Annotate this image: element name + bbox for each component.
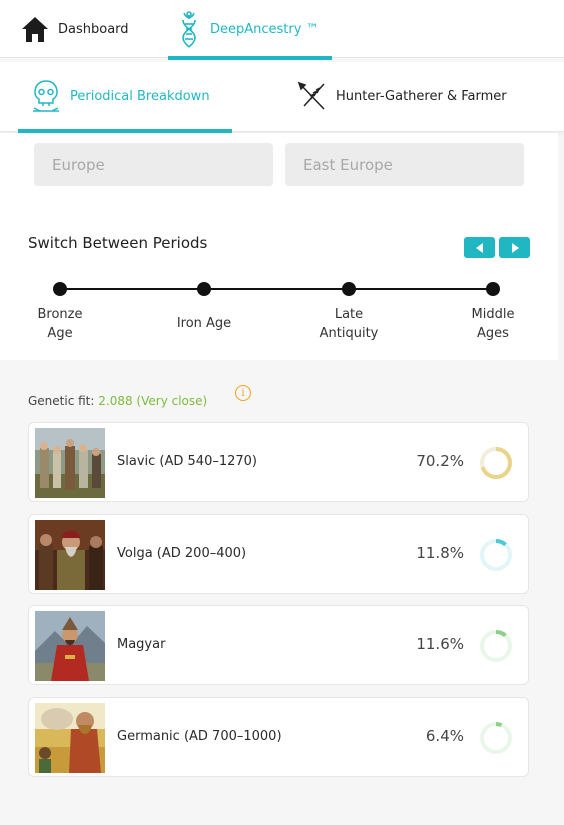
sub-nav: Periodical Breakdown Hunter-Gatherer & F… [0, 62, 564, 132]
nav-dashboard-label: Dashboard [58, 21, 129, 37]
tab-hunter-label: Hunter-Gatherer & Farmer [336, 88, 507, 104]
period-timeline [60, 288, 493, 290]
nav-dashboard[interactable]: Dashboard [20, 0, 129, 58]
result-name: Slavic (AD 540–1270) [117, 454, 257, 469]
genetic-fit: Genetic fit: 2.088 (Very close) [28, 394, 207, 408]
result-card[interactable]: Germanic (AD 700–1000) 6.4% [28, 697, 529, 777]
magyar-image [35, 611, 105, 681]
volga-image [35, 520, 105, 590]
arrow-right-icon [511, 242, 519, 253]
arrow-left-icon [475, 242, 483, 253]
result-name: Magyar [117, 637, 166, 652]
result-card[interactable]: Magyar 11.6% [28, 605, 529, 685]
home-icon [22, 17, 48, 42]
top-nav: Dashboard DeepAncestry ™ [0, 0, 564, 60]
nav-deep-ancestry[interactable]: DeepAncestry ™ [168, 0, 332, 58]
progress-ring [480, 539, 512, 571]
next-period-button[interactable] [499, 237, 530, 258]
period-label-late-antiquity[interactable]: Late Antiquity [304, 305, 394, 343]
period-dot-late-antiquity[interactable] [342, 282, 356, 296]
genetic-fit-label: Genetic fit: [28, 394, 95, 408]
period-panel: Europe East Europe Switch Between Period… [0, 133, 558, 360]
result-percent: 11.8% [416, 544, 464, 562]
region-select[interactable]: Europe [34, 143, 273, 186]
prev-period-button[interactable] [464, 237, 495, 258]
nav-active-indicator [168, 56, 332, 60]
info-icon[interactable]: i [235, 385, 251, 401]
result-name: Volga (AD 200–400) [117, 546, 247, 561]
period-label-middle-ages[interactable]: Middle Ages [448, 305, 538, 343]
slavic-image [35, 428, 105, 498]
germanic-image [35, 703, 105, 773]
tab-periodical-breakdown[interactable]: Periodical Breakdown [30, 62, 210, 130]
tab-periodical-label: Periodical Breakdown [70, 88, 210, 104]
period-label-iron[interactable]: Iron Age [159, 314, 249, 333]
tab-hunter-gatherer-farmer[interactable]: Hunter-Gatherer & Farmer [296, 62, 507, 130]
subregion-select[interactable]: East Europe [285, 143, 524, 186]
periods-title: Switch Between Periods [28, 234, 208, 252]
skull-icon [33, 80, 59, 112]
result-percent: 11.6% [416, 635, 464, 653]
progress-ring [480, 447, 512, 479]
result-name: Germanic (AD 700–1000) [117, 729, 282, 744]
result-card[interactable]: Slavic (AD 540–1270) 70.2% [28, 422, 529, 502]
progress-ring [480, 630, 512, 662]
dna-icon [182, 11, 196, 48]
result-card[interactable]: Volga (AD 200–400) 11.8% [28, 514, 529, 594]
result-percent: 6.4% [425, 727, 464, 745]
spear-wheat-icon [297, 81, 325, 110]
genetic-fit-value: 2.088 (Very close) [98, 394, 208, 408]
progress-ring [480, 722, 512, 754]
period-dot-iron[interactable] [197, 282, 211, 296]
period-label-bronze[interactable]: Bronze Age [15, 305, 105, 343]
period-dot-middle-ages[interactable] [486, 282, 500, 296]
result-percent: 70.2% [416, 452, 464, 470]
nav-deep-ancestry-label: DeepAncestry ™ [210, 21, 319, 37]
period-dot-bronze[interactable] [53, 282, 67, 296]
